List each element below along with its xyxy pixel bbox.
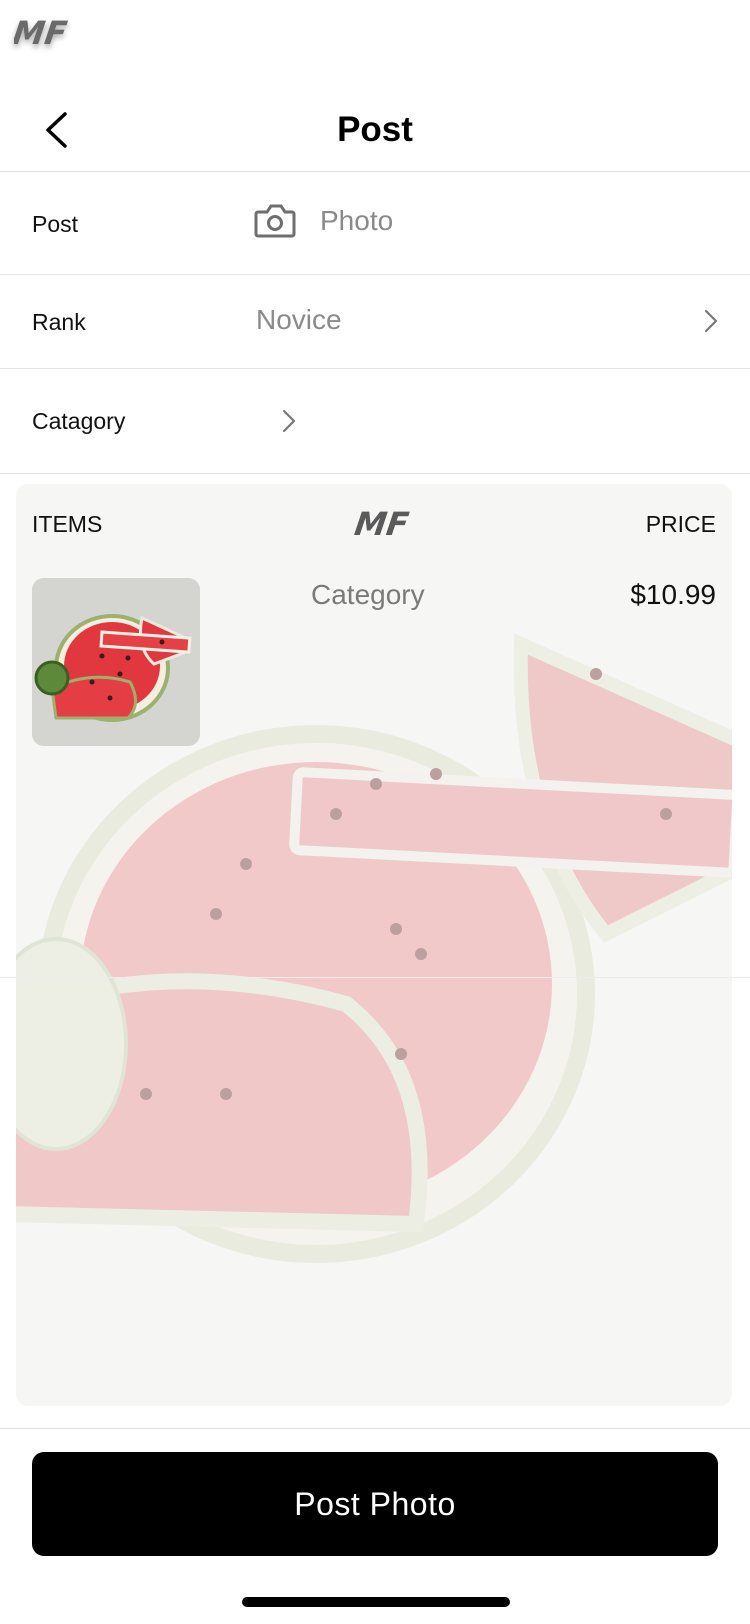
- rank-row-value: Novice: [256, 304, 342, 335]
- card-logo: MF: [352, 502, 414, 543]
- chevron-right-icon: [701, 307, 721, 335]
- category-row[interactable]: Catagory: [0, 369, 750, 473]
- item-price: $10.99: [630, 579, 716, 610]
- post-row-value: Photo: [320, 205, 394, 236]
- items-column-header: ITEMS: [32, 511, 103, 537]
- category-row-label: Catagory: [32, 408, 126, 434]
- price-column-header: PRICE: [645, 511, 716, 537]
- camera-icon: [254, 202, 296, 240]
- chevron-right-icon: [279, 407, 299, 435]
- page-title: Post: [337, 110, 413, 149]
- home-indicator: [242, 1597, 510, 1607]
- svg-text:MF: MF: [354, 505, 411, 542]
- item-thumbnail: [32, 578, 200, 746]
- rank-row[interactable]: Rank Novice: [0, 275, 750, 368]
- divider: [0, 1428, 750, 1429]
- app-logo: MF: [10, 12, 70, 52]
- post-photo-button[interactable]: Post Photo: [32, 1452, 718, 1556]
- post-type-row[interactable]: Post Photo: [0, 172, 750, 274]
- svg-text:MF: MF: [14, 14, 69, 52]
- item-category: Category: [311, 579, 425, 610]
- divider: [0, 977, 750, 978]
- rank-row-label: Rank: [32, 309, 86, 335]
- divider: [0, 473, 750, 474]
- post-preview-card: ITEMS MF PRICE Category $10.99: [16, 484, 732, 1406]
- post-row-label: Post: [32, 211, 79, 237]
